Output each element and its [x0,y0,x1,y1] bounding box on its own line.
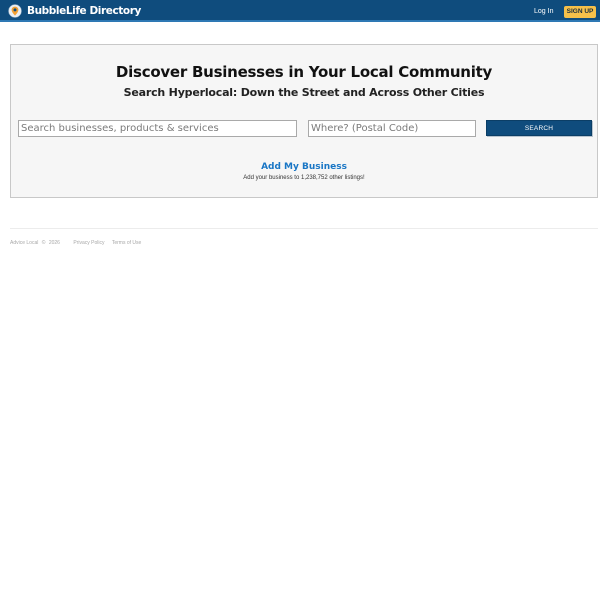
add-business-subtext: Add your business to 1,238,752 other lis… [243,175,365,181]
top-navigation-bar: BubbleLife Directory Log In SIGN UP [0,0,600,22]
copyright-year: 2026 [48,240,60,246]
brand-name: BubbleLife Directory [27,5,141,17]
privacy-policy-link[interactable]: Privacy Policy [73,240,104,247]
search-panel: Discover Businesses in Your Local Commun… [10,44,598,198]
location-pin-logo-icon [8,4,22,18]
postal-code-input[interactable] [308,120,476,137]
add-my-business-link[interactable]: Add My Business [11,161,597,173]
terms-of-use-link[interactable]: Terms of Use [112,240,141,247]
signup-button[interactable]: SIGN UP [564,6,596,18]
login-link[interactable]: Log In [534,7,553,17]
search-button[interactable]: SEARCH [486,120,592,136]
footer: Advice Local © 2026 Privacy Policy Terms… [10,240,141,247]
page-title: Discover Businesses in Your Local Commun… [115,63,493,81]
footer-brand-link[interactable]: Advice Local [10,240,38,247]
brand-home-link[interactable]: BubbleLife Directory [8,4,141,18]
copyright-symbol: © [41,240,46,246]
page-subtitle: Search Hyperlocal: Down the Street and A… [123,86,485,99]
footer-divider [10,228,598,229]
business-search-input[interactable] [18,120,297,137]
